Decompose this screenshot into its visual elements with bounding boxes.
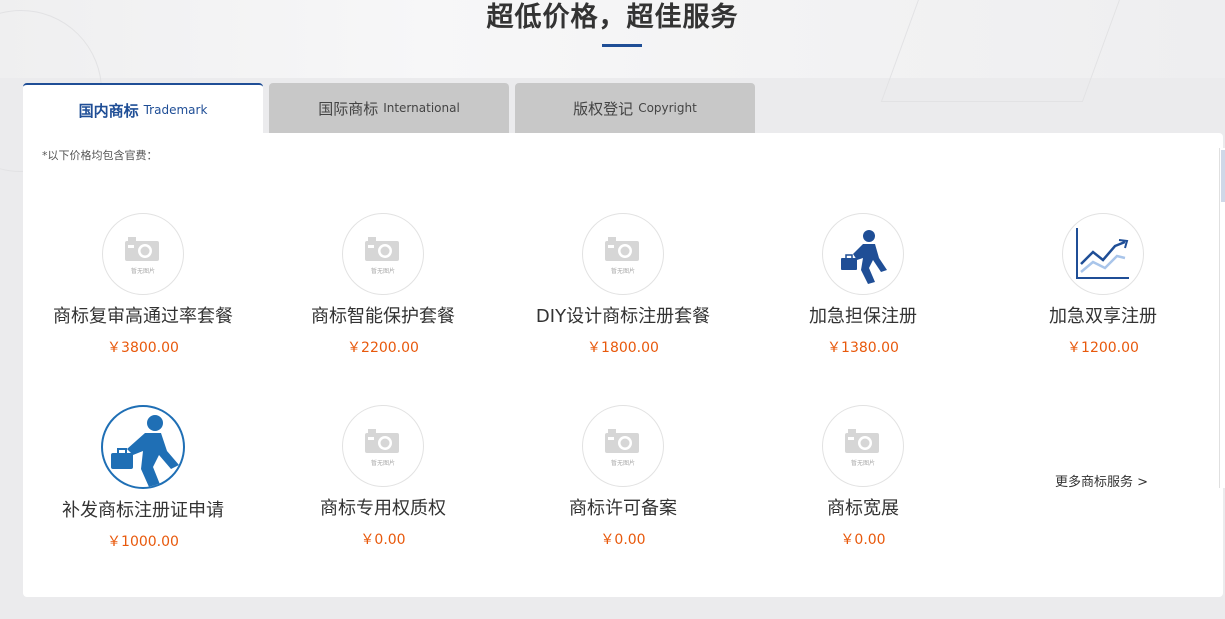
service-price: ￥1000.00 bbox=[107, 534, 179, 550]
tab-international[interactable]: 国际商标 International bbox=[269, 83, 509, 133]
service-price: ￥1380.00 bbox=[827, 340, 899, 356]
service-item[interactable]: 暂无图片 商标复审高通过率套餐 ￥3800.00 bbox=[23, 213, 263, 357]
service-name: 加急担保注册 bbox=[809, 306, 917, 327]
no-image-icon: 暂无图片 bbox=[582, 405, 664, 487]
service-name: 补发商标注册证申请 bbox=[62, 500, 224, 521]
tab-trademark[interactable]: 国内商标 Trademark bbox=[23, 83, 263, 135]
no-image-icon: 暂无图片 bbox=[342, 405, 424, 487]
service-panel: *以下价格均包含官费： 暂无图片 商标复审高通过率套餐 ￥3800.00 暂无图… bbox=[23, 133, 1223, 597]
tab-label-en: Copyright bbox=[638, 101, 697, 115]
growth-chart-icon bbox=[1062, 213, 1144, 295]
more-services-link[interactable]: 更多商标服务 > bbox=[1055, 471, 1148, 490]
tab-label-en: International bbox=[383, 101, 460, 115]
service-item[interactable]: 补发商标注册证申请 ￥1000.00 bbox=[23, 405, 263, 551]
tab-label-zh: 国际商标 bbox=[318, 99, 379, 118]
service-price: ￥0.00 bbox=[840, 532, 886, 548]
no-image-icon: 暂无图片 bbox=[342, 213, 424, 295]
section-title: 超低价格，超佳服务 bbox=[486, 2, 739, 33]
service-name: DIY设计商标注册套餐 bbox=[535, 306, 711, 327]
tab-label-en: Trademark bbox=[143, 103, 208, 117]
no-image-icon: 暂无图片 bbox=[582, 213, 664, 295]
running-man-icon bbox=[822, 213, 904, 295]
price-note: *以下价格均包含官费： bbox=[42, 149, 158, 162]
service-name: 商标智能保护套餐 bbox=[311, 306, 455, 327]
title-underline bbox=[602, 44, 642, 47]
service-item[interactable]: 加急担保注册 ￥1380.00 bbox=[743, 213, 983, 357]
service-name: 商标许可备案 bbox=[569, 498, 677, 519]
service-item[interactable]: 加急双享注册 ￥1200.00 bbox=[983, 213, 1223, 357]
service-item[interactable]: 暂无图片 DIY设计商标注册套餐 ￥1800.00 bbox=[503, 213, 743, 357]
no-image-label: 暂无图片 bbox=[610, 460, 635, 467]
tab-label-zh: 国内商标 bbox=[78, 101, 139, 120]
service-name: 商标复审高通过率套餐 bbox=[53, 306, 233, 327]
no-image-icon: 暂无图片 bbox=[102, 213, 184, 295]
service-price: ￥2200.00 bbox=[347, 340, 419, 356]
service-item[interactable]: 暂无图片 商标专用权质权 ￥0.00 bbox=[263, 405, 503, 549]
service-price: ￥0.00 bbox=[600, 532, 646, 548]
no-image-label: 暂无图片 bbox=[370, 268, 395, 275]
no-image-label: 暂无图片 bbox=[130, 268, 155, 275]
service-price: ￥1200.00 bbox=[1067, 340, 1139, 356]
no-image-label: 暂无图片 bbox=[370, 460, 395, 467]
service-item[interactable]: 暂无图片 商标许可备案 ￥0.00 bbox=[503, 405, 743, 549]
service-price: ￥3800.00 bbox=[107, 340, 179, 356]
service-price: ￥0.00 bbox=[360, 532, 406, 548]
service-item[interactable]: 暂无图片 商标宽展 ￥0.00 bbox=[743, 405, 983, 549]
scrollbar-thumb[interactable] bbox=[1221, 150, 1225, 202]
service-name: 商标专用权质权 bbox=[320, 498, 446, 519]
running-man-icon bbox=[101, 405, 185, 489]
no-image-icon: 暂无图片 bbox=[822, 405, 904, 487]
service-item[interactable]: 暂无图片 商标智能保护套餐 ￥2200.00 bbox=[263, 213, 503, 357]
service-name: 商标宽展 bbox=[827, 498, 899, 519]
no-image-label: 暂无图片 bbox=[850, 460, 875, 467]
service-name: 加急双享注册 bbox=[1049, 306, 1157, 327]
tab-label-zh: 版权登记 bbox=[573, 99, 634, 118]
tab-copyright[interactable]: 版权登记 Copyright bbox=[515, 83, 755, 133]
service-price: ￥1800.00 bbox=[587, 340, 659, 356]
no-image-label: 暂无图片 bbox=[610, 268, 635, 275]
